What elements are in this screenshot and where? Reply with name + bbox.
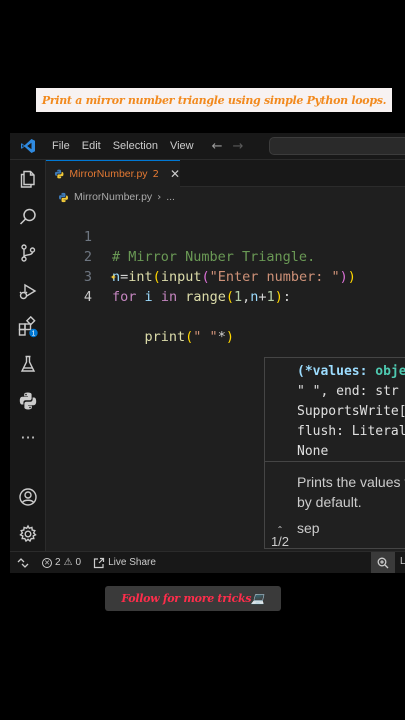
zoom-icon[interactable] — [371, 552, 395, 573]
code-text: print(" "*) — [144, 329, 234, 345]
code-text: for i in range(1,n+1): — [112, 289, 291, 305]
source-control-icon[interactable] — [17, 242, 39, 264]
more-ellipsis-icon[interactable]: ··· — [17, 426, 39, 448]
signature-line: SupportsWrite[str — [297, 404, 405, 419]
signature-line: " ", end: str | Ne — [297, 384, 399, 399]
extensions-icon[interactable]: 1 — [17, 316, 39, 338]
svg-text:1: 1 — [32, 331, 36, 338]
menu-view[interactable]: View — [164, 140, 200, 152]
explorer-icon[interactable] — [17, 168, 39, 190]
follow-banner: Follow for more tricks💻 — [105, 586, 281, 611]
vscode-logo-icon — [10, 138, 46, 154]
pager-text: 1/2 — [270, 534, 290, 549]
code-line-1: 1 # Mirror Number Triangle. — [46, 207, 405, 265]
param-name: sep — [297, 520, 320, 536]
menu-file[interactable]: File — [46, 140, 76, 152]
command-center-search[interactable] — [269, 137, 405, 155]
back-arrow-icon[interactable]: ← — [212, 139, 223, 154]
navigation-arrows: ← → — [212, 139, 244, 154]
tab-mirrornumber[interactable]: MirrorNumber.py 2 ✕ — [46, 160, 180, 187]
code-line-4: 4 ✦ print(" "*) — [46, 267, 405, 345]
signature-line: flush: Literal[Fal — [297, 424, 405, 439]
code-editor[interactable]: 1 # Mirror Number Triangle. 2 n=int(inpu… — [46, 207, 405, 557]
problem-count: 2 — [152, 168, 159, 180]
editor-tab-bar: MirrorNumber.py 2 ✕ — [46, 160, 405, 187]
breadcrumb: MirrorNumber.py › ... — [46, 187, 175, 207]
forward-arrow-icon[interactable]: → — [233, 139, 244, 154]
problems-indicator[interactable]: ✕ 2 ⚠ 0 — [42, 557, 81, 568]
python-file-icon — [54, 169, 64, 179]
status-bar: ✕ 2 ⚠ 0 Live Share L — [10, 551, 405, 573]
menu-edit[interactable]: Edit — [76, 140, 107, 152]
breadcrumb-separator: › — [157, 191, 162, 203]
doc-line: Prints the values to a — [297, 474, 405, 490]
title-bar: File Edit Selection View ← → — [10, 133, 405, 160]
breadcrumb-file[interactable]: MirrorNumber.py — [74, 191, 152, 203]
code-line-2: 2 n=int(input("Enter number: ")) — [46, 227, 405, 285]
testing-flask-icon[interactable] — [17, 353, 39, 375]
follow-text: Follow for more tricks💻 — [121, 592, 265, 605]
doc-line: by default. — [297, 494, 362, 510]
code-line-3: 3 for i in range(1,n+1): — [46, 247, 405, 305]
settings-gear-icon[interactable] — [17, 523, 39, 545]
warning-icon: ⚠ — [63, 557, 73, 568]
chevron-up-icon[interactable]: ⌃ — [277, 526, 284, 534]
banner-text: Print a mirror number triangle using sim… — [41, 93, 387, 107]
popup-divider — [265, 461, 405, 462]
accounts-icon[interactable] — [17, 486, 39, 508]
title-banner: Print a mirror number triangle using sim… — [36, 88, 392, 112]
signature-help-popup: (*values: object, " ", end: str | Ne Sup… — [264, 357, 405, 549]
status-edge-text: L — [400, 556, 405, 567]
live-share-button[interactable]: Live Share — [93, 557, 156, 569]
warning-count: 0 — [75, 557, 82, 568]
menu-selection[interactable]: Selection — [107, 140, 164, 152]
close-icon[interactable]: ✕ — [170, 167, 180, 181]
signature-line: (*values: object, — [297, 364, 405, 379]
line-number: 4 — [83, 289, 92, 305]
live-share-icon — [93, 557, 105, 568]
overload-pager[interactable]: ⌃ 1/2 — [265, 526, 295, 549]
search-icon[interactable] — [17, 206, 39, 228]
remote-icon[interactable] — [10, 552, 36, 573]
vscode-window: File Edit Selection View ← → 1 ··· Mirro… — [10, 133, 405, 573]
breadcrumb-more[interactable]: ... — [166, 191, 175, 203]
signature-line: None — [297, 444, 329, 459]
python-file-icon — [58, 192, 69, 202]
python-icon[interactable] — [17, 390, 39, 412]
tab-label: MirrorNumber.py — [69, 168, 148, 180]
sparkle-icon[interactable]: ✦ — [110, 267, 117, 287]
run-debug-icon[interactable] — [17, 280, 39, 302]
error-count: 2 — [55, 557, 61, 568]
error-icon: ✕ — [42, 557, 52, 568]
activity-bar: 1 ··· — [10, 160, 46, 557]
live-share-label: Live Share — [108, 557, 156, 568]
